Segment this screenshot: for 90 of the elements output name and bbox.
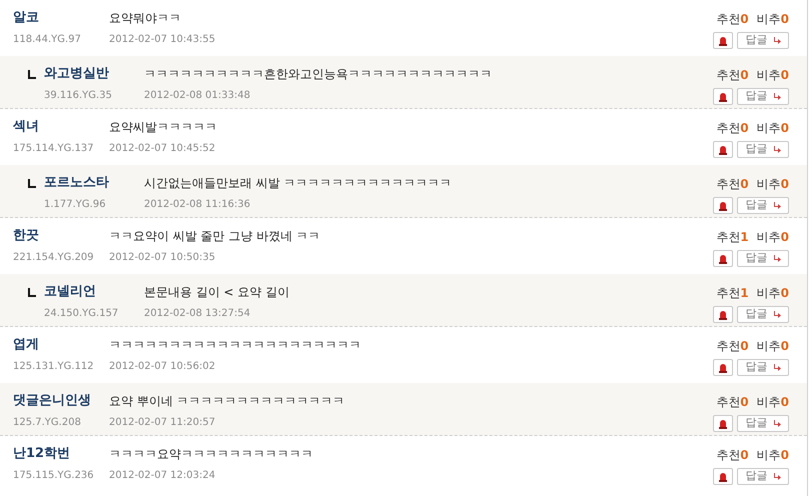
author-name[interactable]: 난12학번 — [13, 444, 109, 464]
arrow-icon — [774, 364, 780, 371]
reply-button[interactable]: 답글 — [737, 359, 789, 376]
author-name[interactable]: 한끗 — [13, 226, 109, 246]
ip-address: 24.150.YG.157 — [43, 307, 120, 321]
arrow-icon — [774, 255, 780, 262]
author-name[interactable]: 코넬리언 — [44, 282, 144, 302]
comment-date: 2012-02-07 10:43:55 — [109, 33, 216, 47]
comment-text: ㅋㅋ요약이 씨발 줄만 그냥 바꼈네 ㅋㅋ — [109, 228, 322, 245]
comment-text: 시간없는애들만보래 씨발 ㅋㅋㅋㅋㅋㅋㅋㅋㅋㅋㅋㅋㅋㅋ — [144, 175, 453, 192]
report-button[interactable] — [713, 141, 733, 158]
recommend-count: 추천0 — [716, 447, 749, 464]
siren-icon — [718, 35, 728, 46]
siren-icon — [718, 471, 728, 482]
author-name[interactable]: 알코 — [13, 8, 109, 28]
comment-date: 2012-02-07 12:03:24 — [109, 469, 216, 483]
author-name[interactable]: 포르노스타 — [44, 173, 144, 193]
siren-icon — [718, 253, 728, 264]
comment-date: 2012-02-07 11:20:57 — [109, 416, 216, 430]
recommend-count: 추천0 — [716, 67, 749, 84]
arrow-icon — [774, 311, 780, 318]
siren-icon — [718, 200, 728, 211]
author-name[interactable]: 엽게 — [13, 335, 109, 355]
arrow-icon — [774, 420, 780, 427]
recommend-count: 추천0 — [716, 394, 749, 411]
comment-text: ㅋㅋㅋㅋ요약ㅋㅋㅋㅋㅋㅋㅋㅋㅋㅋㅋ — [109, 446, 314, 463]
comment-date: 2012-02-07 10:45:52 — [109, 142, 216, 156]
ip-address: 175.115.YG.236 — [13, 469, 95, 483]
report-button[interactable] — [713, 32, 733, 49]
report-button[interactable] — [713, 88, 733, 105]
comment-date: 2012-02-08 11:16:36 — [144, 198, 252, 212]
siren-icon — [718, 418, 728, 429]
ip-address: 1.177.YG.96 — [43, 198, 107, 212]
reply-button[interactable]: 답글 — [737, 32, 789, 49]
disrecommend-count: 비추0 — [756, 11, 789, 28]
ip-address: 125.7.YG.208 — [13, 416, 82, 430]
ip-address: 125.131.YG.112 — [13, 360, 95, 374]
comment-date: 2012-02-08 01:33:48 — [144, 89, 252, 103]
arrow-icon — [774, 37, 780, 44]
author-name[interactable]: 댓글은니인생 — [13, 391, 109, 411]
disrecommend-count: 비추0 — [756, 120, 789, 137]
comment-text: 요약 뿌이네 ㅋㅋㅋㅋㅋㅋㅋㅋㅋㅋㅋㅋㅋㅋ — [109, 393, 346, 410]
comment-text: 본문내용 길이 < 요약 길이 — [144, 284, 290, 301]
arrow-icon — [774, 473, 780, 480]
ip-address: 221.154.YG.209 — [13, 251, 95, 265]
reply-button[interactable]: 답글 — [737, 141, 789, 158]
recommend-count: 추천 1 — [716, 229, 749, 246]
arrow-icon — [774, 93, 780, 100]
report-button[interactable] — [713, 468, 733, 485]
arrow-icon — [774, 202, 780, 209]
report-button[interactable] — [713, 359, 733, 376]
comment-date: 2012-02-08 13:27:54 — [144, 307, 252, 321]
comment-text: ㅋㅋㅋㅋㅋㅋㅋㅋㅋㅋㅋㅋㅋㅋㅋㅋㅋㅋㅋㅋㅋ — [109, 337, 362, 354]
recommend-count: 추천0 — [716, 338, 749, 355]
disrecommend-count: 비추0 — [756, 67, 789, 84]
comment-date: 2012-02-07 10:56:02 — [109, 360, 216, 374]
recommend-count: 추천0 — [716, 176, 749, 193]
comment-text: ㅋㅋㅋㅋㅋㅋㅋㅋㅋㅋ흔한와고인능욕ㅋㅋㅋㅋㅋㅋㅋㅋㅋㅋㅋㅋ — [144, 66, 493, 83]
recommend-count: 추천 1 — [716, 285, 749, 302]
report-button[interactable] — [713, 250, 733, 267]
ip-address: 39.116.YG.35 — [43, 89, 113, 103]
report-button[interactable] — [713, 197, 733, 214]
report-button[interactable] — [713, 306, 733, 323]
reply-button[interactable]: 답글 — [737, 250, 789, 267]
siren-icon — [718, 91, 728, 102]
author-name[interactable]: 섹녀 — [13, 117, 109, 137]
siren-icon — [718, 144, 728, 155]
comment-date: 2012-02-07 10:50:35 — [109, 251, 216, 265]
reply-button[interactable]: 답글 — [737, 468, 789, 485]
recommend-count: 추천0 — [716, 11, 749, 28]
disrecommend-count: 비추0 — [756, 447, 789, 464]
disrecommend-count: 비추0 — [756, 176, 789, 193]
author-name[interactable]: 와고병실반 — [44, 64, 144, 84]
recommend-count: 추천0 — [716, 120, 749, 137]
disrecommend-count: 비추0 — [756, 229, 789, 246]
siren-icon — [718, 362, 728, 373]
comment-text: 요약뭐야ㅋㅋ — [109, 10, 182, 27]
reply-button[interactable]: 답글 — [737, 415, 789, 432]
disrecommend-count: 비추0 — [756, 285, 789, 302]
siren-icon — [718, 309, 728, 320]
ip-address: 118.44.YG.97 — [13, 33, 82, 47]
report-button[interactable] — [713, 415, 733, 432]
reply-button[interactable]: 답글 — [737, 88, 789, 105]
disrecommend-count: 비추0 — [756, 394, 789, 411]
comment-text: 요약씨발ㅋㅋㅋㅋㅋ — [109, 119, 218, 136]
ip-address: 175.114.YG.137 — [13, 142, 95, 156]
disrecommend-count: 비추0 — [756, 338, 789, 355]
arrow-icon — [774, 146, 780, 153]
reply-button[interactable]: 답글 — [737, 306, 789, 323]
reply-button[interactable]: 답글 — [737, 197, 789, 214]
